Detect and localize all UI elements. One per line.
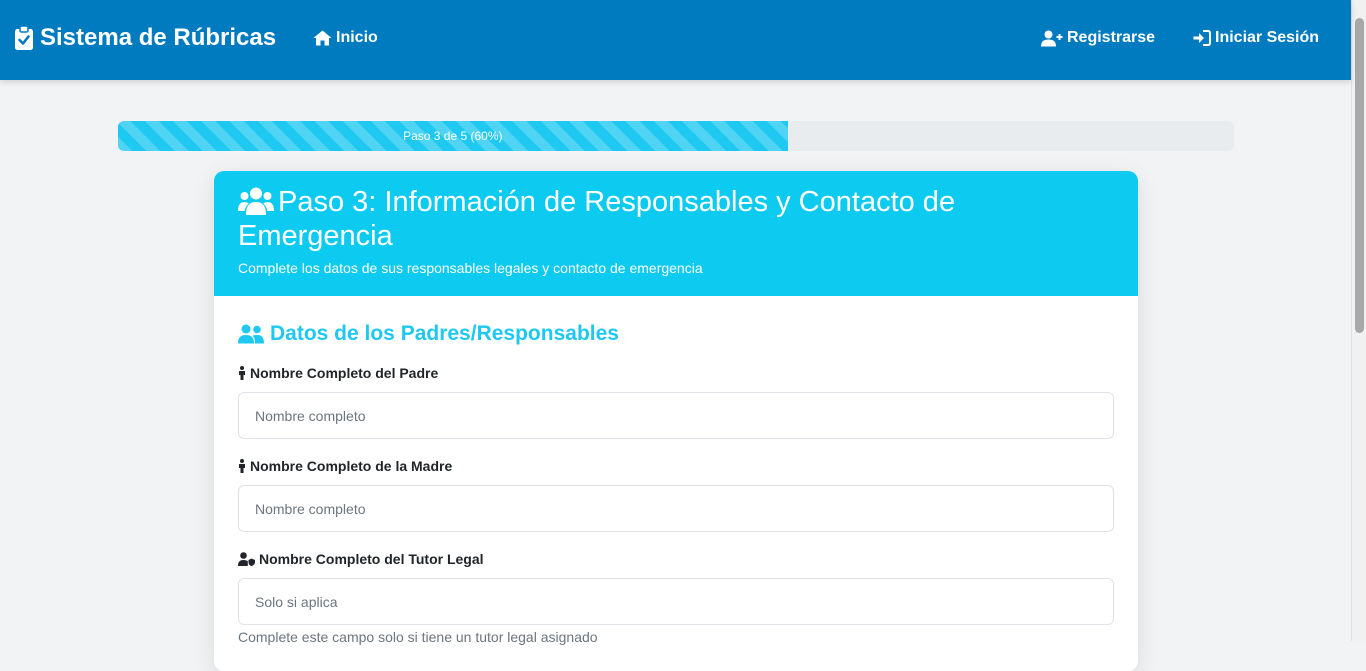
user-friends-icon (238, 324, 264, 344)
mother-name-input[interactable] (238, 485, 1114, 532)
progress-label: Paso 3 de 5 (60%) (403, 129, 503, 143)
female-icon (239, 459, 245, 473)
father-name-label: Nombre Completo del Padre (238, 364, 1114, 382)
nav-register-label: Registrarse (1067, 29, 1156, 46)
section-title: Datos de los Padres/Responsables (238, 320, 1114, 348)
home-icon (313, 30, 332, 46)
brand-text: Sistema de Rúbricas (40, 24, 277, 51)
brand-link[interactable]: Sistema de Rúbricas (14, 24, 276, 52)
clipboard-check-icon (15, 25, 33, 50)
father-name-input[interactable] (238, 392, 1114, 439)
section-title-text: Datos de los Padres/Responsables (270, 322, 619, 345)
nav-home-label: Inicio (336, 29, 378, 46)
progress-fill: Paso 3 de 5 (60%) (118, 121, 788, 151)
tutor-help-text: Complete este campo solo si tiene un tut… (238, 629, 598, 645)
nav-home-link[interactable]: Inicio (313, 29, 378, 47)
user-shield-icon (238, 552, 255, 566)
male-icon (239, 366, 245, 380)
page-scrollbar[interactable] (1351, 0, 1366, 641)
father-name-label-text: Nombre Completo del Padre (250, 365, 439, 381)
tutor-name-label-text: Nombre Completo del Tutor Legal (259, 551, 484, 567)
users-icon (238, 187, 274, 215)
mother-name-label: Nombre Completo de la Madre (238, 457, 1114, 475)
card-header: Paso 3: Información de Responsables y Co… (214, 171, 1138, 296)
card-subtitle: Complete los datos de sus responsables l… (238, 260, 703, 276)
nav-login-link[interactable]: Iniciar Sesión (1193, 29, 1319, 47)
user-plus-icon (1041, 30, 1063, 46)
card-body: Datos de los Padres/Responsables Nombre … (214, 296, 1138, 645)
nav-register-link[interactable]: Registrarse (1041, 29, 1155, 47)
card-title-text: Paso 3: Información de Responsables y Co… (238, 186, 956, 252)
scrollbar-thumb[interactable] (1355, 18, 1364, 333)
tutor-name-label: Nombre Completo del Tutor Legal (238, 550, 1114, 568)
step-progress-bar: Paso 3 de 5 (60%) (118, 121, 1234, 151)
nav-login-label: Iniciar Sesión (1215, 29, 1320, 46)
mother-name-label-text: Nombre Completo de la Madre (250, 458, 453, 474)
navbar: Sistema de Rúbricas Inicio Registrarse I… (0, 0, 1351, 80)
sign-in-icon (1193, 30, 1211, 46)
card-title: Paso 3: Información de Responsables y Co… (238, 185, 1114, 253)
step-card: Paso 3: Información de Responsables y Co… (214, 171, 1138, 671)
tutor-name-input[interactable] (238, 578, 1114, 625)
